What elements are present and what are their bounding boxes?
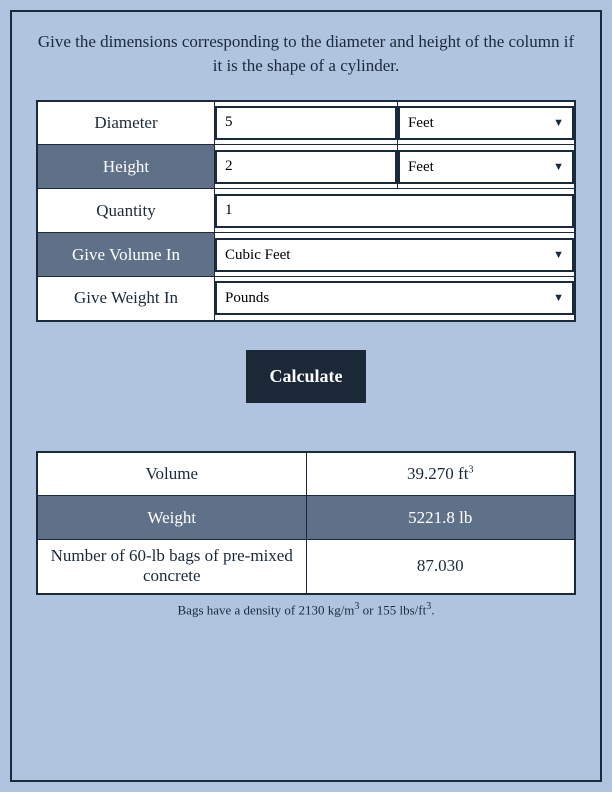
- height-input[interactable]: [215, 150, 397, 184]
- bags-result-label: Number of 60-lb bags of pre-mixed concre…: [37, 540, 306, 594]
- instructions-text: Give the dimensions corresponding to the…: [36, 30, 576, 78]
- bags-result-value: 87.030: [306, 540, 575, 594]
- weight-in-label: Give Weight In: [37, 277, 215, 321]
- diameter-label: Diameter: [37, 101, 215, 145]
- volume-unit-select[interactable]: Cubic Feet: [215, 238, 574, 272]
- weight-result-value: 5221.8 lb: [306, 496, 575, 540]
- height-label: Height: [37, 145, 215, 189]
- density-footnote: Bags have a density of 2130 kg/m3 or 155…: [36, 601, 576, 618]
- quantity-label: Quantity: [37, 189, 215, 233]
- result-table: Volume 39.270 ft3 Weight 5221.8 lb Numbe…: [36, 451, 576, 595]
- volume-result-label: Volume: [37, 452, 306, 496]
- diameter-unit-select[interactable]: Feet: [398, 106, 574, 140]
- quantity-input[interactable]: [215, 194, 574, 228]
- calculate-button[interactable]: Calculate: [246, 350, 367, 403]
- volume-result-value: 39.270 ft3: [306, 452, 575, 496]
- input-table: Diameter Feet ▼ Height: [36, 100, 576, 322]
- diameter-input[interactable]: [215, 106, 397, 140]
- volume-in-label: Give Volume In: [37, 233, 215, 277]
- weight-unit-select[interactable]: Pounds: [215, 281, 574, 315]
- weight-result-label: Weight: [37, 496, 306, 540]
- height-unit-select[interactable]: Feet: [398, 150, 574, 184]
